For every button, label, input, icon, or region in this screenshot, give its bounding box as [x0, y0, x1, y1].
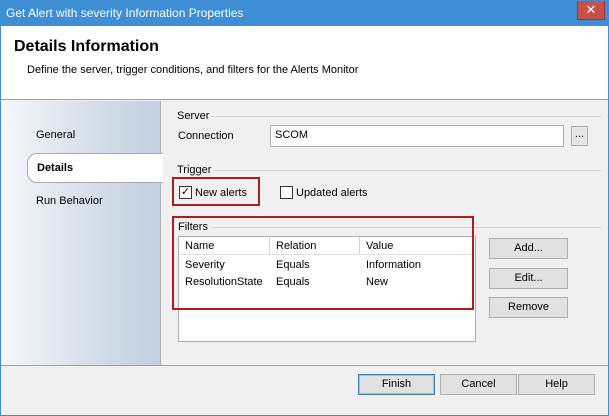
server-group-label: Server: [177, 110, 210, 122]
help-button[interactable]: Help: [518, 374, 595, 395]
trigger-group-label: Trigger: [177, 164, 212, 176]
window-title: Get Alert with severity Information Prop…: [6, 6, 244, 20]
page-title: Details Information: [14, 38, 159, 55]
edit-filter-button[interactable]: Edit...: [489, 268, 568, 289]
finish-button[interactable]: Finish: [358, 374, 435, 395]
new-alerts-highlight: [172, 177, 260, 206]
trigger-group-divider: [214, 170, 601, 171]
updated-alerts-label: Updated alerts: [296, 186, 368, 199]
connection-input[interactable]: SCOM: [270, 125, 564, 147]
browse-connection-button[interactable]: ...: [571, 126, 588, 146]
close-button[interactable]: ✕: [577, 0, 605, 20]
updated-alerts-check-icon[interactable]: [280, 186, 293, 199]
sidebar-item-general[interactable]: General: [36, 129, 75, 141]
footer-divider: [1, 365, 608, 366]
sidebar-item-details[interactable]: Details: [27, 153, 163, 183]
sidebar-nav: General Details Run Behavior: [1, 101, 163, 365]
connection-label: Connection: [178, 130, 234, 142]
page-header: Details Information Define the server, t…: [1, 26, 608, 100]
add-filter-button[interactable]: Add...: [489, 238, 568, 259]
page-subtitle: Define the server, trigger conditions, a…: [27, 64, 359, 76]
sidebar-item-run-behavior[interactable]: Run Behavior: [36, 195, 103, 207]
server-group-divider: [211, 116, 601, 117]
filters-highlight: [172, 216, 474, 310]
close-icon: ✕: [585, 2, 597, 17]
updated-alerts-checkbox[interactable]: Updated alerts: [280, 186, 368, 199]
cancel-button[interactable]: Cancel: [440, 374, 517, 395]
title-bar: Get Alert with severity Information Prop…: [0, 0, 609, 26]
remove-filter-button[interactable]: Remove: [489, 297, 568, 318]
